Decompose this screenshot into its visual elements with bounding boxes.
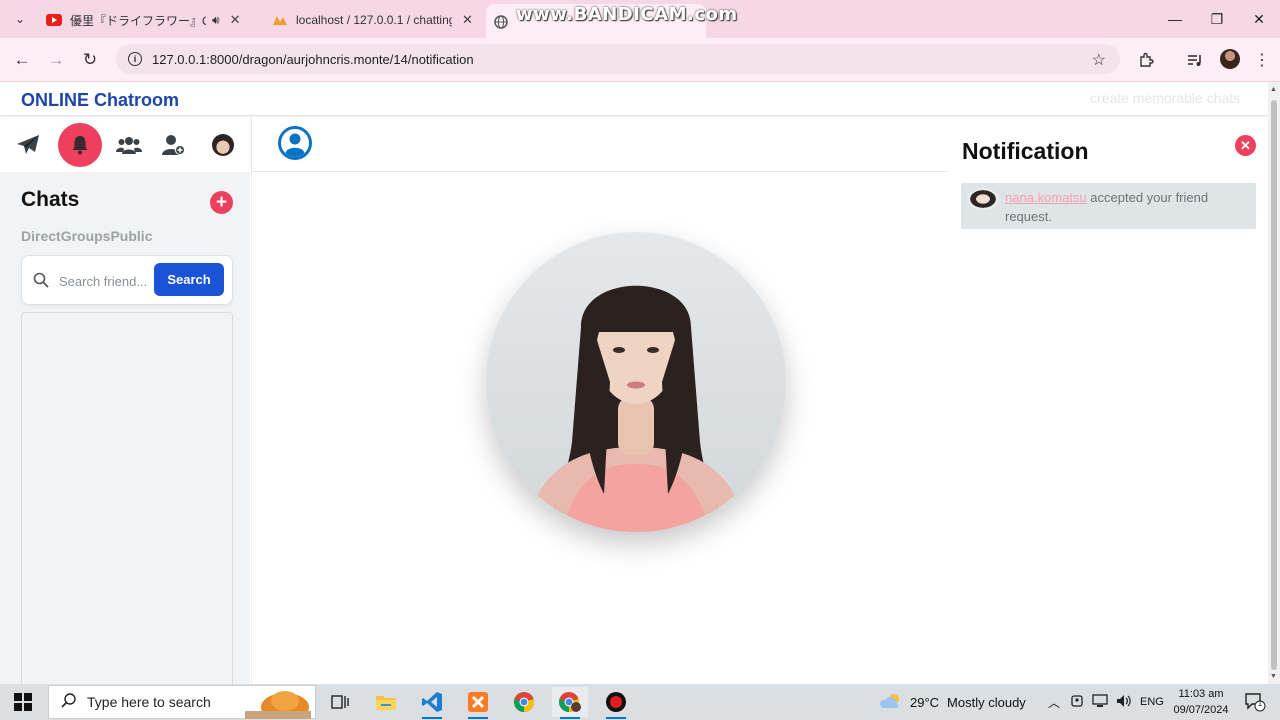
send-icon[interactable] xyxy=(6,123,50,167)
clock-time: 11:03 am xyxy=(1178,688,1224,700)
speaker-icon[interactable]: 🔊︎ xyxy=(212,13,220,28)
bookmark-star-icon[interactable]: ☆ xyxy=(1092,50,1106,70)
browser-menu-icon[interactable]: ⋮ xyxy=(1254,50,1270,70)
meet-now-icon[interactable] xyxy=(1070,694,1084,711)
profile-avatar[interactable] xyxy=(201,123,245,167)
windows-start-icon[interactable] xyxy=(14,693,32,711)
xampp-icon[interactable] xyxy=(460,687,496,719)
users-icon[interactable] xyxy=(107,123,151,167)
vscode-icon[interactable] xyxy=(414,687,450,719)
chat-list[interactable] xyxy=(21,312,233,692)
page-scrollbar[interactable]: ▲ ▼ xyxy=(1268,82,1280,684)
bandicam-record-icon[interactable] xyxy=(598,687,634,719)
browser-profile-avatar[interactable] xyxy=(1220,49,1240,69)
weather-widget[interactable]: 29°C Mostly cloudy xyxy=(879,684,1026,720)
phpmyadmin-icon xyxy=(272,14,288,26)
notification-count: 1 xyxy=(1257,699,1263,708)
scroll-down-arrow[interactable]: ▼ xyxy=(1270,673,1277,680)
forward-icon[interactable]: → xyxy=(44,48,68,72)
reload-icon[interactable]: ↻ xyxy=(78,48,102,72)
search-button[interactable]: Search xyxy=(154,263,224,296)
action-center-icon[interactable]: 1 xyxy=(1244,692,1266,717)
tab-close-icon[interactable]: ✕ xyxy=(230,12,241,28)
avatar xyxy=(967,188,999,210)
bell-icon[interactable] xyxy=(58,123,102,167)
chats-sidebar: Chats + Direct Groups Public Search xyxy=(0,172,250,692)
language-indicator[interactable]: ENG xyxy=(1140,696,1164,708)
bandicam-watermark: www.BANDICAM.com xyxy=(516,4,738,25)
file-explorer-icon[interactable] xyxy=(368,687,404,717)
restore-icon[interactable]: ❐ xyxy=(1196,0,1238,38)
search-icon xyxy=(33,272,49,293)
close-notification-button[interactable]: ✕ xyxy=(1235,135,1256,156)
notification-title: Notification xyxy=(962,138,1089,164)
tab-youtube[interactable]: 優里『ドライフラワー』Official M 🔊︎ ✕ xyxy=(38,6,260,34)
chevron-up-icon[interactable]: ︿ xyxy=(1048,694,1060,711)
url-text: 127.0.0.1:8000/dragon/aurjohncris.monte/… xyxy=(152,51,474,67)
chats-title: Chats xyxy=(21,188,80,211)
network-icon[interactable] xyxy=(1092,693,1108,711)
profile-photo xyxy=(486,232,786,532)
tab-search-dropdown[interactable]: ⌄ xyxy=(8,8,32,30)
media-controls-icon[interactable] xyxy=(1184,49,1206,71)
tab-groups[interactable]: Groups xyxy=(61,228,111,244)
tab-localhost[interactable]: localhost / 127.0.0.1 / chatting_ ✕ xyxy=(264,6,484,34)
notification-panel: Notification ✕ nana.komatsu accepted you… xyxy=(948,117,1268,684)
brand-title[interactable]: ONLINE Chatroom xyxy=(21,90,179,111)
friend-search-box: Search xyxy=(21,255,233,305)
volume-icon[interactable] xyxy=(1116,694,1132,711)
tab-public[interactable]: Public xyxy=(110,228,152,244)
browser-toolbar: ← → ↻ i 127.0.0.1:8000/dragon/aurjohncri… xyxy=(0,38,1280,82)
windows-taskbar: Type here to search 29°C Mostly cloudy ︿ xyxy=(0,684,1280,720)
main-content xyxy=(251,172,948,684)
globe-icon xyxy=(494,15,510,29)
user-circle-icon[interactable] xyxy=(278,126,312,165)
taskbar-search-placeholder: Type here to search xyxy=(87,694,211,710)
close-window-icon[interactable]: ✕ xyxy=(1238,0,1280,38)
user-plus-icon[interactable] xyxy=(152,123,196,167)
weather-temp: 29°C xyxy=(910,694,940,710)
chrome-profile-icon[interactable] xyxy=(552,687,588,719)
chat-tabs: Direct Groups Public xyxy=(21,228,152,244)
chrome-icon[interactable] xyxy=(506,687,542,717)
avatar xyxy=(212,134,234,156)
browser-tab-bar: ⌄ 優里『ドライフラワー』Official M 🔊︎ ✕ localhost /… xyxy=(0,0,1280,38)
weather-desc: Mostly cloudy xyxy=(947,694,1026,710)
extensions-icon[interactable] xyxy=(1135,49,1157,71)
notification-item[interactable]: nana.komatsu accepted your friend reques… xyxy=(961,183,1256,229)
clock-date: 09/07/2024 xyxy=(1173,704,1229,716)
add-chat-button[interactable]: + xyxy=(210,191,233,214)
notification-text: nana.komatsu accepted your friend reques… xyxy=(1005,188,1245,226)
youtube-icon xyxy=(46,14,62,26)
nav-icon-row xyxy=(0,117,250,172)
back-icon[interactable]: ← xyxy=(10,48,34,72)
scroll-up-arrow[interactable]: ▲ xyxy=(1270,86,1277,93)
taskbar-clock[interactable]: 11:03 am 09/07/2024 xyxy=(1168,686,1234,718)
window-controls: — ❐ ✕ xyxy=(1154,0,1280,38)
cloud-icon xyxy=(879,693,902,712)
search-friend-input[interactable] xyxy=(59,271,151,291)
minimize-icon[interactable]: — xyxy=(1154,0,1196,38)
notification-user-link[interactable]: nana.komatsu xyxy=(1005,190,1087,205)
scrollbar-thumb[interactable] xyxy=(1271,100,1277,670)
task-view-icon[interactable] xyxy=(322,687,358,717)
conversation-header xyxy=(251,117,948,172)
address-bar[interactable]: i 127.0.0.1:8000/dragon/aurjohncris.mont… xyxy=(116,44,1120,74)
search-icon xyxy=(61,692,77,713)
site-info-icon[interactable]: i xyxy=(128,52,142,66)
tab-direct[interactable]: Direct xyxy=(21,228,61,244)
tab-close-icon[interactable]: ✕ xyxy=(462,12,473,28)
tagline: create memorable chats xyxy=(1090,90,1241,106)
app-header: ONLINE Chatroom create memorable chats xyxy=(0,82,1268,116)
search-highlight-icon xyxy=(245,687,311,720)
taskbar-search[interactable]: Type here to search xyxy=(48,685,316,720)
system-tray: ︿ ENG xyxy=(1048,684,1164,720)
